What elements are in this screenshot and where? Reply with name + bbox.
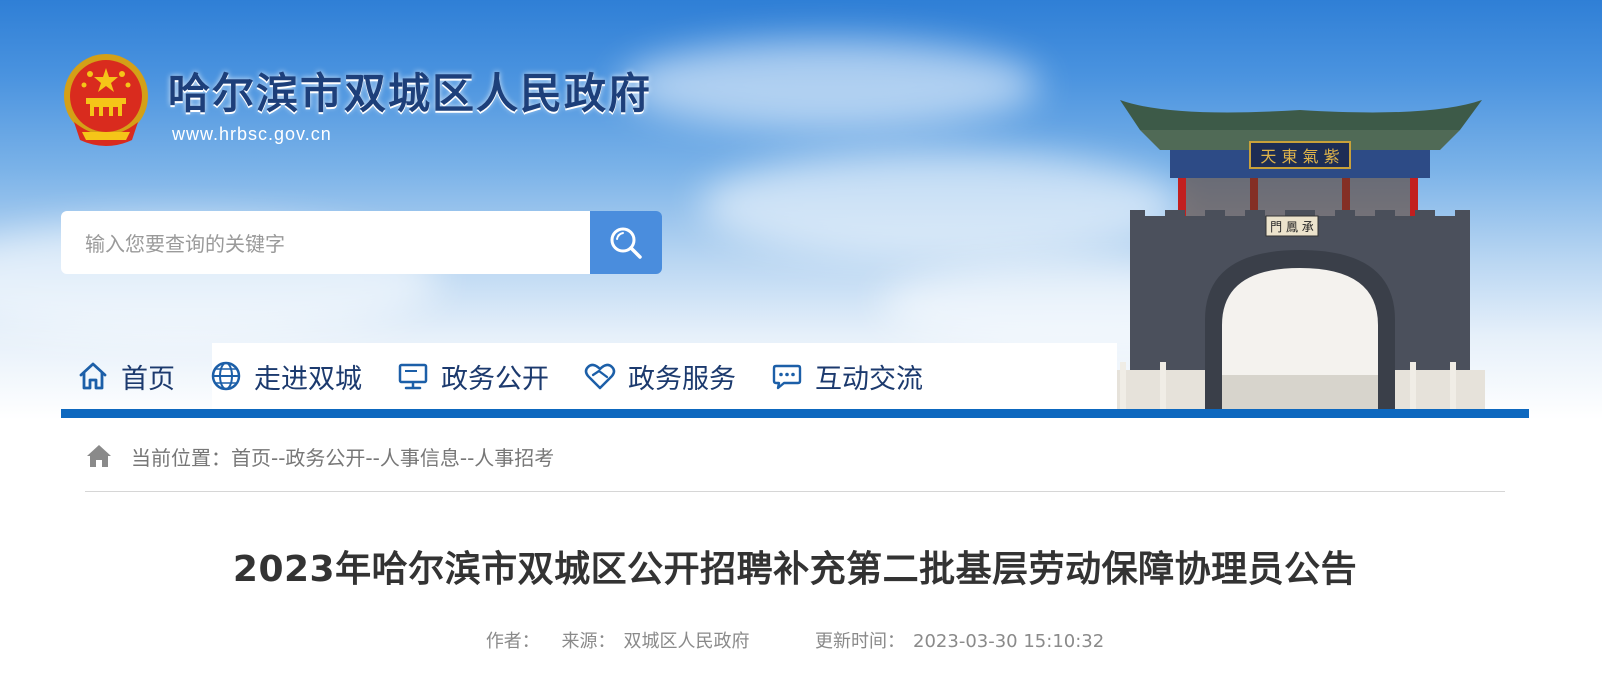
monitor-icon (398, 363, 428, 390)
divider (85, 491, 1505, 492)
svg-text:天 東 氣 紫: 天 東 氣 紫 (1260, 147, 1339, 166)
article-meta: 作者： 来源： 双城区人民政府 更新时间： 2023-03-30 15:10:32 (0, 627, 1590, 653)
nav-underline-bar (61, 409, 1529, 418)
svg-text:門 鳳 承: 門 鳳 承 (1270, 220, 1314, 234)
source-value: 双城区人民政府 (623, 631, 750, 652)
heart-handshake-icon (584, 363, 616, 390)
nav-item-home[interactable]: 首页 (77, 343, 175, 409)
nav-label: 走进双城 (254, 363, 362, 395)
breadcrumb-text: 当前位置：首页--政务公开--人事信息--人事招考 (131, 445, 555, 470)
updated-label: 更新时间： (815, 631, 906, 652)
globe-icon (211, 361, 241, 391)
nav-label: 政务服务 (628, 363, 736, 395)
home-icon (87, 445, 111, 467)
source-label: 来源： (561, 631, 616, 652)
search-input[interactable]: 输入您要查询的关键字 (61, 211, 591, 274)
author-label: 作者： (485, 631, 540, 652)
updated-value: 2023-03-30 15:10:32 (913, 631, 1105, 652)
nav-label: 首页 (121, 363, 175, 395)
search-icon (610, 227, 642, 259)
nav-item-government-affairs-disclosure[interactable]: 政务公开 (397, 343, 549, 409)
nav-item-government-services[interactable]: 政务服务 (584, 343, 736, 409)
nav-label: 政务公开 (441, 363, 549, 395)
main-nav: 首页 走进双城 政务公开 政务服务 互动交流 (61, 343, 958, 409)
national-emblem-logo (64, 54, 148, 146)
breadcrumb: 当前位置：首页--政务公开--人事信息--人事招考 (85, 438, 554, 474)
site-title: 哈尔滨市双城区人民政府 (168, 69, 653, 118)
nav-label: 互动交流 (815, 363, 923, 395)
city-gate-tower-image: 天 東 氣 紫 門 鳳 承 (1110, 100, 1485, 410)
home-icon (79, 362, 107, 390)
site-url: www.hrbsc.gov.cn (172, 124, 332, 144)
search-button[interactable] (590, 211, 662, 274)
cloud-decoration (700, 150, 1180, 260)
chat-bubble-icon (772, 364, 802, 390)
nav-item-about-shuangcheng[interactable]: 走进双城 (210, 343, 362, 409)
article-title: 2023年哈尔滨市双城区公开招聘补充第二批基层劳动保障协理员公告 (232, 549, 1358, 590)
nav-item-interaction[interactable]: 互动交流 (771, 343, 923, 409)
cloud-decoration (620, 40, 1040, 130)
